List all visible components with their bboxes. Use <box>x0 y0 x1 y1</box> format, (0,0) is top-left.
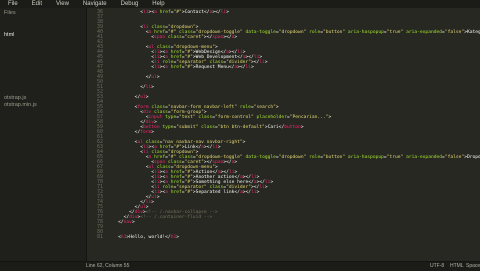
menu-item-debug[interactable]: Debug <box>113 0 145 8</box>
line-number-gutter: 36 37 38 39 40 41 42 43 44 45 46 47 48 49 50 51 52 53 54 55… <box>87 8 105 261</box>
line-number: 81 <box>96 234 103 240</box>
code-line[interactable]: <li><a href="#">Contact</a></li> <box>107 10 229 15</box>
menu-item-edit[interactable]: Edit <box>24 0 48 8</box>
code-line[interactable]: </ul> <box>107 75 160 80</box>
code-line[interactable]: </ul> <box>107 95 149 100</box>
sidebar-file-item[interactable]: Files <box>4 10 16 17</box>
code-line[interactable]: </form> <box>107 130 154 135</box>
code-line[interactable]: <li><a href="#">Request Menu</a></li> <box>107 65 254 70</box>
menu-item-view[interactable]: View <box>48 0 75 8</box>
code-line[interactable]: </nav> <box>107 220 135 225</box>
code-line[interactable]: <h1>Hello, world!</h1> <box>107 235 179 240</box>
sidebar-file-item[interactable]: otstrap.min.js <box>4 102 37 109</box>
code-line[interactable]: <span class="caret"></span></a> <box>107 35 237 40</box>
code-line[interactable]: </li> <box>107 85 154 90</box>
menu-item-help[interactable]: Help <box>144 0 170 8</box>
menu-item-navigate[interactable]: Navigate <box>75 0 113 8</box>
sidebar-file-item[interactable]: otstrap.js <box>4 95 26 102</box>
menu-bar: File Edit View Navigate Debug Help <box>0 0 480 8</box>
file-sidebar: Files html otstrap.js otstrap.min.js <box>0 8 87 261</box>
sidebar-file-item[interactable]: html <box>4 32 14 39</box>
code-editor[interactable]: <li><a href="#">Contact</a></li> <li cla… <box>107 8 480 261</box>
menu-item-file[interactable]: File <box>0 0 24 8</box>
